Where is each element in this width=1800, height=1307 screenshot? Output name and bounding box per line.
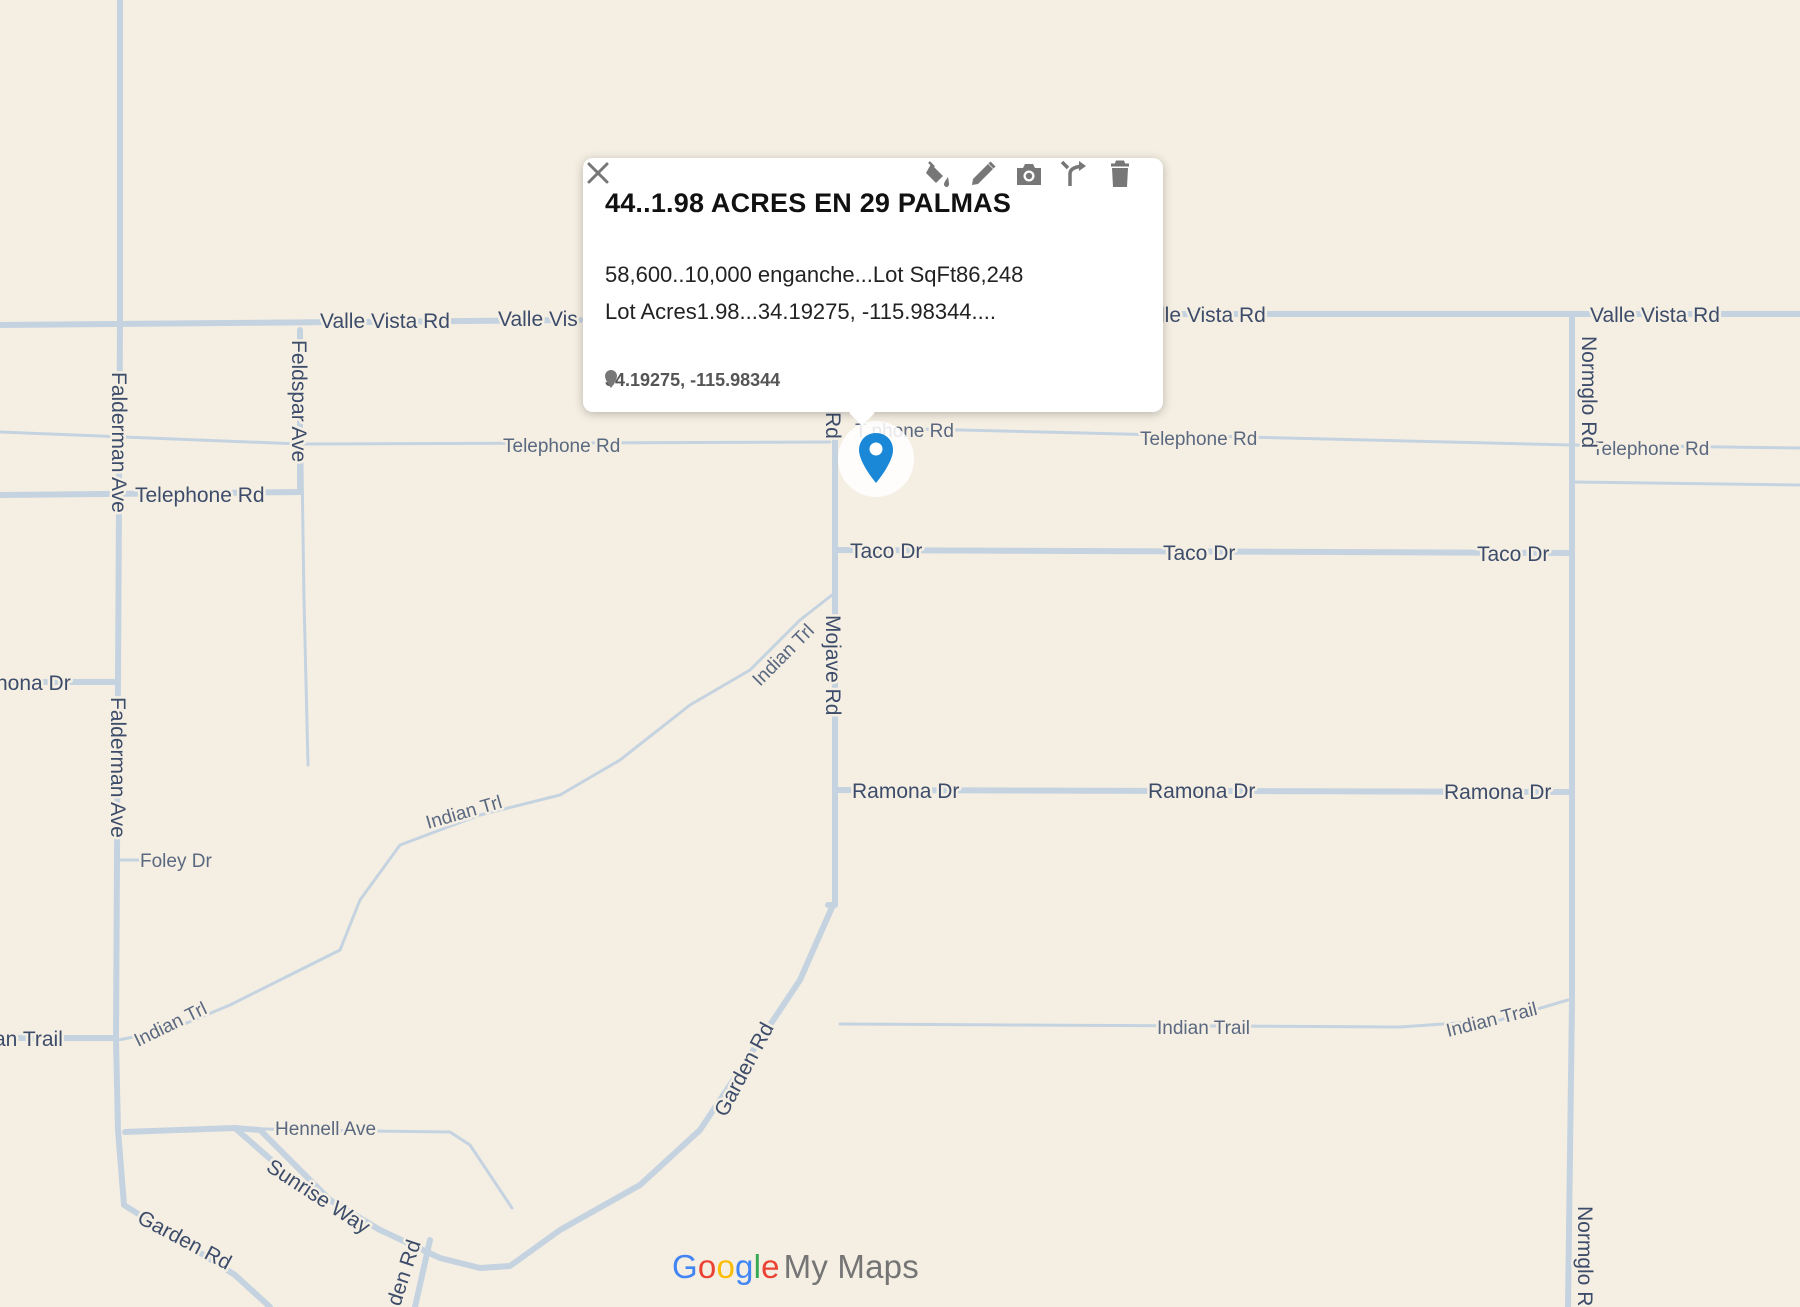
street-label: Indian Trl bbox=[424, 792, 505, 834]
street-label: nona Dr bbox=[0, 672, 71, 695]
street-label: Ramona Dr bbox=[1148, 780, 1255, 803]
place-description-line: 58,600..10,000 enganche...Lot SqFt86,248 bbox=[605, 262, 1024, 287]
street-label: lle Vista Rd bbox=[1160, 304, 1266, 327]
street-label: Garden Rd bbox=[134, 1206, 236, 1275]
street-label: Falderman Ave bbox=[107, 372, 130, 513]
trash-icon[interactable] bbox=[1104, 158, 1136, 190]
street-label: Hennell Ave bbox=[275, 1119, 376, 1140]
street-label: Indian Trl bbox=[131, 998, 210, 1051]
paint-bucket-icon[interactable] bbox=[922, 158, 954, 190]
google-my-maps-logo: Google My Maps bbox=[672, 1248, 919, 1285]
street-label: Telephone Rd bbox=[503, 436, 620, 457]
street-label: Telephone Rd bbox=[135, 484, 265, 507]
street-label: Ramona Dr bbox=[1444, 781, 1551, 804]
street-label: Normglo R bbox=[1573, 1206, 1596, 1306]
street-label: Indian Trail bbox=[1157, 1018, 1250, 1039]
map-canvas[interactable]: Valle Vista Rd Valle Vis lle Vista Rd Va… bbox=[0, 0, 1800, 1307]
street-label: Valle Vista Rd bbox=[320, 310, 450, 333]
coordinates: 34.19275, -115.98344 bbox=[605, 370, 780, 391]
street-label: an Trail bbox=[0, 1028, 63, 1051]
street-label: Telephone Rd bbox=[1592, 439, 1709, 460]
location-marker[interactable] bbox=[838, 421, 914, 497]
street-label: Taco Dr bbox=[1163, 542, 1235, 565]
street-label: Mojave Rd bbox=[821, 615, 844, 715]
street-label: Taco Dr bbox=[1477, 543, 1549, 566]
normglo-rd[interactable] bbox=[1565, 311, 1575, 1307]
place-title: 44..1.98 ACRES EN 29 PALMAS bbox=[605, 188, 1012, 218]
falderman-ave[interactable] bbox=[113, 0, 127, 1208]
street-label: Indian Trl bbox=[749, 620, 819, 690]
street-label: Normglo Rd bbox=[1577, 336, 1600, 448]
small-pin-icon bbox=[605, 370, 617, 388]
street-label: Feldspar Ave bbox=[287, 340, 310, 462]
street-label: Foley Dr bbox=[140, 851, 212, 872]
street-label: Ramona Dr bbox=[852, 780, 959, 803]
edit-pencil-icon[interactable] bbox=[967, 158, 999, 190]
place-description-line: Lot Acres1.98...34.19275, -115.98344.... bbox=[605, 299, 996, 324]
coordinates-text: 34.19275, -115.98344 bbox=[605, 370, 781, 390]
directions-icon[interactable] bbox=[1058, 158, 1090, 190]
street-label: Falderman Ave bbox=[106, 697, 129, 838]
telephone-rd-west[interactable] bbox=[0, 327, 303, 498]
map-pin-icon bbox=[859, 433, 893, 483]
street-label: Sunrise Way bbox=[262, 1155, 374, 1239]
street-label: Valle Vista Rd bbox=[1590, 304, 1720, 327]
street-label: Garden Rd bbox=[710, 1019, 779, 1121]
street-label: Taco Dr bbox=[850, 540, 922, 563]
street-label: Valle Vis bbox=[498, 308, 578, 331]
close-icon[interactable] bbox=[583, 158, 613, 188]
street-label: Telephone Rd bbox=[1140, 429, 1257, 450]
info-window: 44..1.98 ACRES EN 29 PALMAS 58,600..10,0… bbox=[583, 158, 1163, 426]
camera-icon[interactable] bbox=[1013, 158, 1045, 190]
street-label: Indian Trail bbox=[1444, 999, 1539, 1042]
